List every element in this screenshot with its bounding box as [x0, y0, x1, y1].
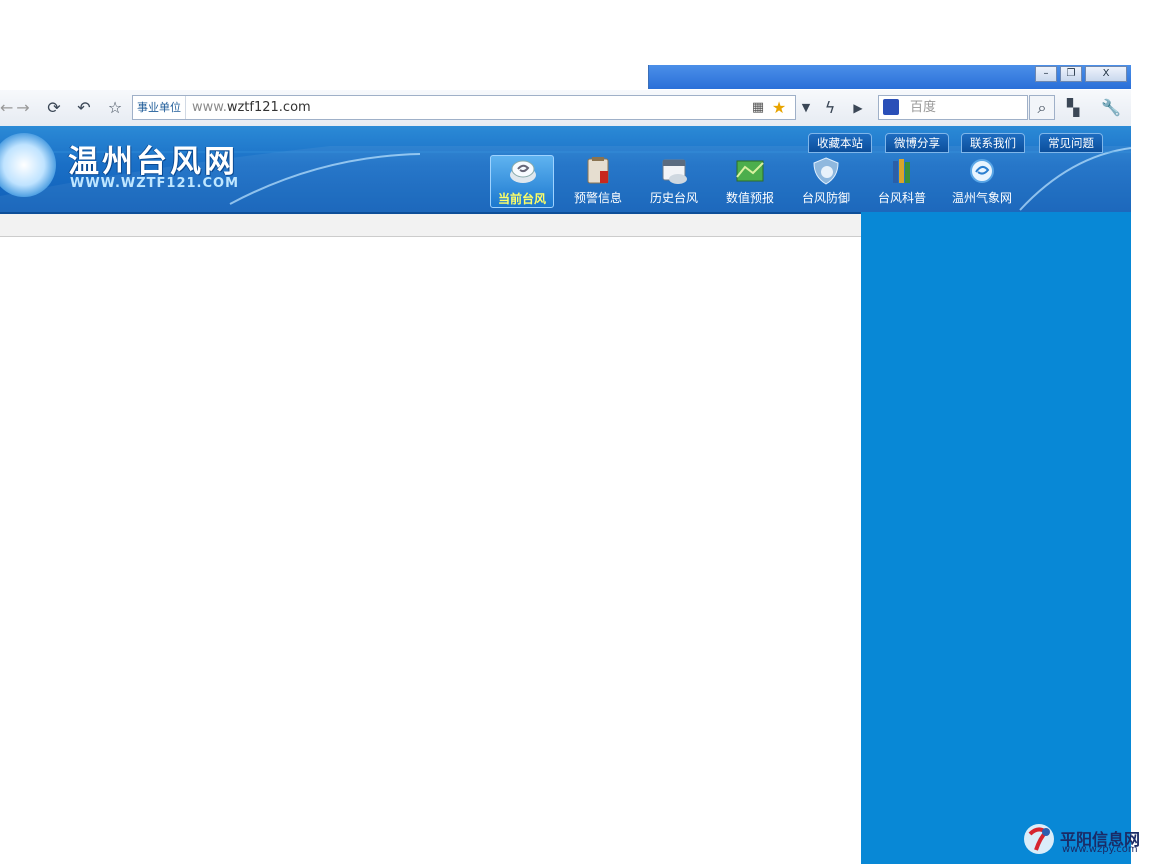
watermark-url: www.wzpy.com	[1062, 844, 1138, 855]
restore-button[interactable]: ❐	[1060, 66, 1082, 82]
minimize-button[interactable]: –	[1035, 66, 1057, 82]
dropdown-icon[interactable]: ▼	[798, 98, 814, 118]
search-box[interactable]	[878, 95, 1028, 120]
nav-warning-info[interactable]: 预警信息	[566, 155, 630, 208]
toplink-bookmark[interactable]: 收藏本站	[808, 133, 872, 153]
url-prefix: www.	[192, 100, 227, 115]
favorite-icon[interactable]: ☆	[104, 98, 126, 118]
nav-label: 当前台风	[497, 192, 546, 206]
map-icon	[736, 160, 764, 182]
close-button[interactable]: X	[1085, 66, 1127, 82]
address-url[interactable]: www.wztf121.com	[192, 96, 311, 119]
star-icon[interactable]: ★	[768, 98, 790, 118]
warning-board-icon	[587, 157, 609, 184]
nav-label: 台风防御	[801, 191, 850, 205]
back-icon[interactable]: ←	[0, 98, 13, 118]
nav-label: 数值预报	[725, 191, 774, 205]
lightning-icon[interactable]: ϟ	[820, 98, 840, 118]
tools-icon[interactable]: 🔧	[1096, 98, 1126, 118]
toplink-faq[interactable]: 常见问题	[1039, 133, 1103, 153]
typhoon-icon	[510, 160, 536, 183]
nav-label: 预警信息	[573, 191, 622, 205]
nav-label: 历史台风	[649, 191, 698, 205]
nav-typhoon-science[interactable]: 台风科普	[870, 155, 934, 208]
qr-icon[interactable]: ▦	[748, 98, 768, 118]
toplink-weibo-share[interactable]: 微博分享	[885, 133, 949, 153]
nav-current-typhoon[interactable]: 当前台风	[490, 155, 554, 208]
nav-label: 台风科普	[877, 191, 926, 205]
nav-history-typhoon[interactable]: 历史台风	[642, 155, 706, 208]
forward-icon[interactable]: →	[14, 98, 32, 118]
watermark-logo-icon	[1024, 824, 1054, 854]
refresh-icon[interactable]: ⟳	[44, 98, 64, 118]
content-top-strip	[0, 214, 861, 237]
play-icon[interactable]: ▶	[848, 98, 868, 118]
weather-icon	[970, 159, 994, 183]
right-panel	[861, 212, 1131, 864]
url-domain: wztf121.com	[226, 100, 311, 115]
nav-wenzhou-weather[interactable]: 温州气象网	[946, 155, 1018, 208]
address-tag: 事业单位	[133, 96, 186, 119]
window-titlebar	[648, 65, 1131, 89]
shield-icon	[813, 157, 839, 185]
toplink-contact[interactable]: 联系我们	[961, 133, 1025, 153]
nav-numerical-forecast[interactable]: 数值预报	[718, 155, 782, 208]
baidu-paw-icon[interactable]	[883, 99, 899, 115]
nav-typhoon-defense[interactable]: 台风防御	[794, 155, 858, 208]
search-icon[interactable]: ⌕	[1031, 98, 1053, 118]
site-title[interactable]: 温州台风网	[68, 136, 238, 181]
books-icon	[893, 159, 910, 183]
search-input[interactable]: 百度	[910, 96, 936, 119]
site-url: WWW.WZTF121.COM	[70, 176, 240, 191]
undo-icon[interactable]: ↶	[74, 98, 94, 118]
calendar-icon	[662, 159, 687, 184]
apps-icon[interactable]: ▚	[1062, 98, 1084, 118]
nav-label: 温州气象网	[951, 191, 1012, 205]
